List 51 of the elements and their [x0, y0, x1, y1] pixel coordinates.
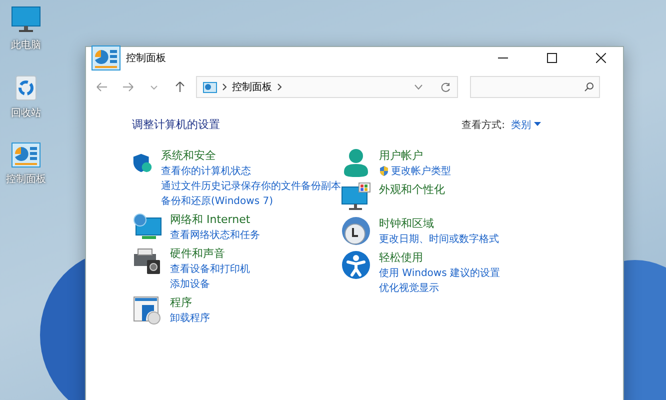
close-icon — [596, 53, 606, 63]
page-heading: 调整计算机的设置 — [132, 117, 221, 132]
task-link[interactable]: 查看网络状态和任务 — [170, 228, 260, 242]
control-panel-icon — [11, 142, 41, 168]
back-arrow-icon — [96, 82, 108, 92]
globe-clock-icon — [341, 216, 371, 246]
category-title-link[interactable]: 轻松使用 — [379, 250, 500, 265]
category-title-link[interactable]: 硬件和声音 — [170, 246, 250, 261]
view-by-label: 查看方式: — [462, 118, 505, 132]
forward-arrow-icon — [122, 82, 134, 92]
up-arrow-icon — [175, 81, 185, 93]
address-bar[interactable]: 控制面板 — [196, 76, 458, 98]
user-icon — [341, 148, 371, 178]
control-panel-icon — [91, 45, 121, 71]
chevron-icon[interactable] — [222, 83, 227, 91]
window-title: 控制面板 — [126, 52, 166, 65]
category-title-link[interactable]: 用户帐户 — [379, 148, 451, 163]
task-link[interactable]: 通过文件历史记录保存你的文件备份副本 — [161, 179, 341, 193]
refresh-icon[interactable] — [440, 82, 451, 92]
task-link[interactable]: 查看设备和打印机 — [170, 262, 250, 276]
caret-icon — [534, 122, 541, 127]
view-by-dropdown[interactable]: 类别 — [511, 118, 541, 132]
task-link[interactable]: 备份和还原(Windows 7) — [161, 194, 341, 208]
monitor-icon — [11, 6, 41, 34]
task-link[interactable]: 查看你的计算机状态 — [161, 164, 341, 178]
accessibility-icon — [341, 250, 371, 280]
maximize-icon — [547, 53, 557, 63]
network-monitor-icon — [132, 212, 162, 242]
task-link[interactable]: 添加设备 — [170, 277, 250, 291]
search-field[interactable] — [470, 76, 600, 98]
category-title-link[interactable]: 外观和个性化 — [379, 182, 445, 197]
task-link[interactable]: 优化视觉显示 — [379, 281, 500, 295]
category-title-link[interactable]: 系统和安全 — [161, 148, 341, 163]
search-icon — [584, 82, 594, 92]
task-link[interactable]: 更改帐户类型 — [379, 164, 451, 178]
chevron-icon[interactable] — [277, 83, 282, 91]
shield-icon — [379, 166, 389, 176]
caret-icon — [150, 84, 158, 90]
task-link[interactable]: 更改日期、时间或数字格式 — [379, 232, 499, 246]
monitor-palette-icon — [341, 182, 371, 212]
breadcrumb[interactable]: 控制面板 — [232, 80, 272, 94]
program-window-icon — [132, 295, 162, 325]
task-link[interactable]: 卸载程序 — [170, 311, 210, 325]
dropdown-caret-icon[interactable] — [414, 84, 423, 90]
control-panel-icon — [203, 82, 217, 92]
category-title-link[interactable]: 时钟和区域 — [379, 216, 499, 231]
task-link[interactable]: 使用 Windows 建议的设置 — [379, 266, 500, 280]
recycle-bin-icon — [14, 74, 38, 102]
category-title-link[interactable]: 程序 — [170, 295, 210, 310]
printer-speaker-icon — [132, 246, 162, 276]
category-title-link[interactable]: 网络和 Internet — [170, 212, 260, 227]
